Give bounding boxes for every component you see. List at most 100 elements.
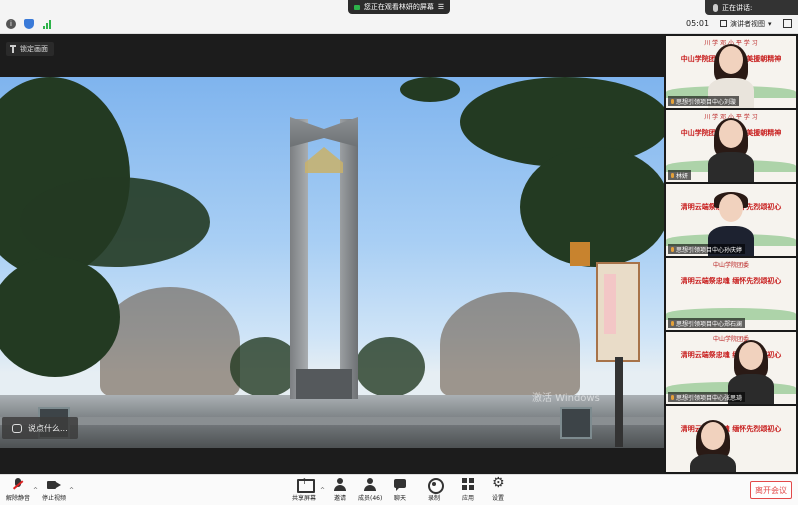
apps-label: 应用 — [461, 495, 474, 502]
participant-video — [706, 118, 756, 182]
info-icon[interactable]: i — [6, 19, 16, 29]
sign-pole — [615, 357, 623, 447]
meeting-toolbar: 解除静音 ^ 停止视频 ^ 共享屏幕 ^ 邀请 成员(46) 聊天 录制 应用 … — [0, 474, 798, 505]
members-button[interactable]: 成员(46) — [358, 478, 382, 502]
participant-tile[interactable]: 清明云端祭忠魂 缅怀先烈颂初心 思想引领项目中心孙庆婷 — [666, 184, 796, 256]
members-label: 成员(46) — [358, 495, 383, 502]
meeting-timer: 05:01 — [686, 19, 710, 28]
settings-label: 设置 — [491, 495, 504, 502]
participant-tile[interactable]: 川 学 邓 小 平 学 习 中山学院团委 传承抗美援朝精神 思想引领项目中心刘璇 — [666, 36, 796, 108]
chat-icon — [393, 478, 407, 491]
monument-top — [290, 117, 358, 147]
bare-trees-left — [100, 287, 240, 397]
screen-share-banner[interactable]: 您正在观看林妍的屏幕 ☰ — [348, 0, 450, 14]
microphone-icon — [713, 3, 718, 12]
participant-tile[interactable]: 中山学院团委 清明云端祭忠魂 缅怀先烈颂初心 思想引领项目中心郑石澜 — [666, 258, 796, 330]
participant-nameplate: 林妍 — [668, 170, 692, 180]
invite-label: 邀请 — [333, 495, 346, 502]
record-button[interactable]: 录制 — [427, 478, 444, 502]
shield-icon[interactable] — [24, 19, 34, 29]
trash-bin-right — [560, 407, 592, 439]
mic-muted-icon — [671, 320, 674, 326]
gear-icon — [491, 475, 505, 491]
tile-slogan: 清明云端祭忠魂 缅怀先烈颂初心 — [680, 276, 782, 285]
audio-options-caret[interactable]: ^ — [33, 487, 38, 494]
chat-label: 聊天 — [393, 495, 406, 502]
shrub-center-right — [355, 337, 425, 397]
apps-icon — [461, 478, 475, 491]
participant-tile[interactable]: 清明云端祭忠魂 缅怀先烈颂初心 — [666, 406, 796, 472]
chat-button[interactable]: 聊天 — [393, 478, 407, 502]
video-options-caret[interactable]: ^ — [69, 487, 74, 494]
pine-branch-left — [20, 177, 210, 267]
participant-tile[interactable]: 中山学院团委 清明云端祭忠魂 缅怀先烈颂初心 思想引领项目中心张思琦 — [666, 332, 796, 404]
chat-quick-input[interactable]: 说点什么... — [2, 417, 78, 439]
screen-share-icon — [353, 4, 360, 10]
camera-icon — [47, 478, 61, 491]
mic-muted-icon — [671, 172, 674, 178]
pine-tree-right — [520, 147, 664, 267]
monument-left-pillar — [290, 119, 308, 399]
pine-branch-top — [400, 77, 460, 102]
grid-icon — [720, 20, 727, 27]
stop-video-label: 停止视频 — [42, 495, 67, 502]
chat-quick-label: 说点什么... — [28, 423, 68, 433]
participant-name: 林妍 — [676, 172, 689, 180]
participant-name: 思想引领项目中心刘璇 — [676, 98, 737, 106]
participant-nameplate: 思想引领项目中心刘璇 — [668, 96, 740, 106]
top-bar: i 您正在观看林妍的屏幕 ☰ 05:01 演讲者视图 ▾ 正在讲话: — [0, 0, 798, 34]
members-icon — [363, 478, 377, 491]
leave-meeting-button[interactable]: 离开会议 — [750, 481, 792, 499]
apps-button[interactable]: 应用 — [461, 478, 475, 502]
unmute-button[interactable]: 解除静音 — [6, 478, 30, 502]
participant-nameplate: 思想引领项目中心孙庆婷 — [668, 244, 746, 254]
share-screen-label: 共享屏幕 — [292, 495, 317, 502]
view-mode-label: 演讲者视图 — [730, 19, 765, 28]
invite-button[interactable]: 邀请 — [333, 478, 347, 502]
invite-icon — [333, 478, 347, 491]
view-mode-button[interactable]: 演讲者视图 ▾ — [716, 17, 776, 30]
monument-emblem — [305, 147, 343, 173]
signal-icon[interactable] — [42, 19, 52, 29]
share-screen-icon — [297, 477, 315, 493]
participant-tile[interactable]: 川 学 邓 小 平 学 习 中山学院团委 传承抗美援朝精神 林妍 — [666, 110, 796, 182]
participant-nameplate: 思想引领项目中心郑石澜 — [668, 318, 746, 328]
tile-banner: 中山学院团委 — [712, 262, 749, 269]
chevron-down-icon: ▾ — [768, 19, 772, 28]
screen-share-label: 您正在观看林妍的屏幕 — [363, 3, 434, 11]
status-icons: i — [6, 19, 52, 29]
share-screen-button[interactable]: 共享屏幕 — [292, 477, 317, 502]
share-options-caret[interactable]: ^ — [320, 487, 325, 494]
bare-trees-right — [440, 292, 580, 397]
banner-menu-icon: ☰ — [437, 3, 445, 11]
lamp — [570, 242, 590, 266]
participant-name: 思想引领项目中心郑石澜 — [676, 320, 743, 328]
windows-watermark: 激活 Windows — [532, 393, 600, 404]
speaking-label: 正在讲话: — [722, 3, 753, 12]
unmute-label: 解除静音 — [6, 495, 31, 502]
monument-base — [296, 369, 352, 399]
participant-gallery[interactable]: 川 学 邓 小 平 学 习 中山学院团委 传承抗美援朝精神 思想引领项目中心刘璇… — [664, 34, 798, 474]
monument-right-pillar — [340, 119, 358, 399]
mic-muted-icon — [671, 98, 674, 104]
pin-view-button[interactable]: 锁定画面 — [6, 42, 54, 56]
sign-panel — [604, 274, 616, 334]
stop-video-button[interactable]: 停止视频 — [42, 478, 66, 502]
pin-icon — [10, 45, 16, 53]
sign-board — [596, 262, 640, 362]
mic-muted-icon — [671, 246, 674, 252]
shared-screen-photo: 激活 Windows 说点什么... — [0, 77, 664, 448]
mic-muted-icon — [671, 394, 674, 400]
participant-video — [688, 420, 738, 472]
tile-banner — [666, 408, 796, 420]
record-icon — [427, 478, 444, 494]
microphone-muted-icon — [11, 478, 25, 491]
participant-nameplate: 思想引领项目中心张思琦 — [668, 392, 746, 402]
fullscreen-icon[interactable] — [783, 19, 792, 28]
speaking-indicator: 正在讲话: — [705, 0, 798, 15]
participant-name: 思想引领项目中心张思琦 — [676, 394, 743, 402]
record-label: 录制 — [427, 495, 440, 502]
settings-button[interactable]: 设置 — [491, 475, 505, 502]
main-stage: 锁定画面 激活 Windows 说点什么... — [0, 34, 664, 474]
participant-name: 思想引领项目中心孙庆婷 — [676, 246, 743, 254]
